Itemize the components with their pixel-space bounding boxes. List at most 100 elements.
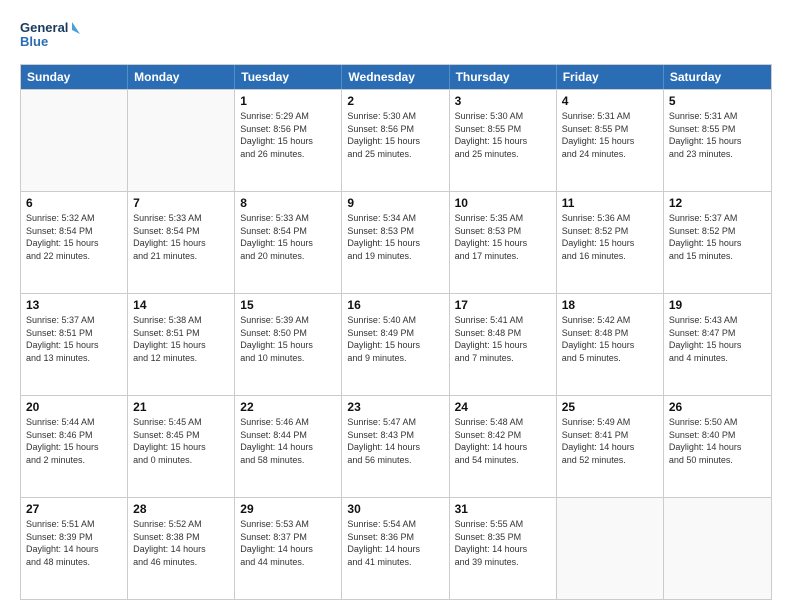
day-info: Sunrise: 5:40 AM Sunset: 8:49 PM Dayligh… bbox=[347, 314, 443, 364]
calendar: SundayMondayTuesdayWednesdayThursdayFrid… bbox=[20, 64, 772, 600]
header: General Blue bbox=[20, 16, 772, 56]
day-info: Sunrise: 5:44 AM Sunset: 8:46 PM Dayligh… bbox=[26, 416, 122, 466]
day-info: Sunrise: 5:33 AM Sunset: 8:54 PM Dayligh… bbox=[133, 212, 229, 262]
day-info: Sunrise: 5:54 AM Sunset: 8:36 PM Dayligh… bbox=[347, 518, 443, 568]
week-row-1: 6Sunrise: 5:32 AM Sunset: 8:54 PM Daylig… bbox=[21, 191, 771, 293]
day-cell-26: 26Sunrise: 5:50 AM Sunset: 8:40 PM Dayli… bbox=[664, 396, 771, 497]
day-cell-22: 22 Sunrise: 5:46 AM Sunset: 8:44 PM Dayli… bbox=[235, 396, 342, 497]
day-number: 24 bbox=[455, 400, 551, 414]
day-info: Sunrise: 5:45 AM Sunset: 8:45 PM Dayligh… bbox=[133, 416, 229, 466]
day-info: Sunrise: 5:43 AM Sunset: 8:47 PM Dayligh… bbox=[669, 314, 766, 364]
day-number: 4 bbox=[562, 94, 658, 108]
day-cell-12: 12Sunrise: 5:37 AM Sunset: 8:52 PM Dayli… bbox=[664, 192, 771, 293]
day-info: Sunrise: 5:41 AM Sunset: 8:48 PM Dayligh… bbox=[455, 314, 551, 364]
day-cell-21: 21 Sunrise: 5:45 AM Sunset: 8:45 PM Dayli… bbox=[128, 396, 235, 497]
day-cell-17: 17 Sunrise: 5:41 AM Sunset: 8:48 PM Dayli… bbox=[450, 294, 557, 395]
header-day-friday: Friday bbox=[557, 65, 664, 89]
day-info: Sunrise: 5:30 AM Sunset: 8:55 PM Dayligh… bbox=[455, 110, 551, 160]
day-cell-8: 8 Sunrise: 5:33 AM Sunset: 8:54 PM Daylig… bbox=[235, 192, 342, 293]
day-info: Sunrise: 5:52 AM Sunset: 8:38 PM Dayligh… bbox=[133, 518, 229, 568]
day-cell-23: 23 Sunrise: 5:47 AM Sunset: 8:43 PM Dayli… bbox=[342, 396, 449, 497]
day-cell-15: 15Sunrise: 5:39 AM Sunset: 8:50 PM Dayli… bbox=[235, 294, 342, 395]
header-day-saturday: Saturday bbox=[664, 65, 771, 89]
day-number: 28 bbox=[133, 502, 229, 516]
day-cell-4: 4 Sunrise: 5:31 AM Sunset: 8:55 PM Daylig… bbox=[557, 90, 664, 191]
day-info: Sunrise: 5:32 AM Sunset: 8:54 PM Dayligh… bbox=[26, 212, 122, 262]
day-cell-7: 7Sunrise: 5:33 AM Sunset: 8:54 PM Daylig… bbox=[128, 192, 235, 293]
svg-text:General: General bbox=[20, 20, 68, 35]
day-info: Sunrise: 5:55 AM Sunset: 8:35 PM Dayligh… bbox=[455, 518, 551, 568]
empty-cell bbox=[664, 498, 771, 599]
day-cell-2: 2 Sunrise: 5:30 AM Sunset: 8:56 PM Daylig… bbox=[342, 90, 449, 191]
header-day-tuesday: Tuesday bbox=[235, 65, 342, 89]
day-number: 14 bbox=[133, 298, 229, 312]
day-info: Sunrise: 5:50 AM Sunset: 8:40 PM Dayligh… bbox=[669, 416, 766, 466]
day-cell-20: 20 Sunrise: 5:44 AM Sunset: 8:46 PM Dayli… bbox=[21, 396, 128, 497]
day-info: Sunrise: 5:31 AM Sunset: 8:55 PM Dayligh… bbox=[562, 110, 658, 160]
day-number: 11 bbox=[562, 196, 658, 210]
day-cell-31: 31 Sunrise: 5:55 AM Sunset: 8:35 PM Dayli… bbox=[450, 498, 557, 599]
day-number: 10 bbox=[455, 196, 551, 210]
day-number: 9 bbox=[347, 196, 443, 210]
day-number: 8 bbox=[240, 196, 336, 210]
day-info: Sunrise: 5:48 AM Sunset: 8:42 PM Dayligh… bbox=[455, 416, 551, 466]
day-info: Sunrise: 5:31 AM Sunset: 8:55 PM Dayligh… bbox=[669, 110, 766, 160]
day-cell-30: 30 Sunrise: 5:54 AM Sunset: 8:36 PM Dayli… bbox=[342, 498, 449, 599]
day-cell-25: 25 Sunrise: 5:49 AM Sunset: 8:41 PM Dayli… bbox=[557, 396, 664, 497]
page: General Blue SundayMondayTuesdayWednesda… bbox=[0, 0, 792, 612]
empty-cell bbox=[557, 498, 664, 599]
day-info: Sunrise: 5:29 AM Sunset: 8:56 PM Dayligh… bbox=[240, 110, 336, 160]
day-info: Sunrise: 5:51 AM Sunset: 8:39 PM Dayligh… bbox=[26, 518, 122, 568]
day-number: 5 bbox=[669, 94, 766, 108]
day-cell-10: 10 Sunrise: 5:35 AM Sunset: 8:53 PM Dayli… bbox=[450, 192, 557, 293]
week-row-0: 1Sunrise: 5:29 AM Sunset: 8:56 PM Daylig… bbox=[21, 89, 771, 191]
day-info: Sunrise: 5:47 AM Sunset: 8:43 PM Dayligh… bbox=[347, 416, 443, 466]
day-number: 16 bbox=[347, 298, 443, 312]
day-number: 23 bbox=[347, 400, 443, 414]
logo: General Blue bbox=[20, 16, 80, 56]
svg-text:Blue: Blue bbox=[20, 34, 48, 49]
day-number: 25 bbox=[562, 400, 658, 414]
header-day-wednesday: Wednesday bbox=[342, 65, 449, 89]
empty-cell bbox=[128, 90, 235, 191]
day-info: Sunrise: 5:42 AM Sunset: 8:48 PM Dayligh… bbox=[562, 314, 658, 364]
day-number: 20 bbox=[26, 400, 122, 414]
day-number: 21 bbox=[133, 400, 229, 414]
header-day-sunday: Sunday bbox=[21, 65, 128, 89]
day-number: 2 bbox=[347, 94, 443, 108]
day-cell-6: 6Sunrise: 5:32 AM Sunset: 8:54 PM Daylig… bbox=[21, 192, 128, 293]
day-cell-13: 13Sunrise: 5:37 AM Sunset: 8:51 PM Dayli… bbox=[21, 294, 128, 395]
logo-svg: General Blue bbox=[20, 16, 80, 56]
day-number: 19 bbox=[669, 298, 766, 312]
day-number: 31 bbox=[455, 502, 551, 516]
day-number: 30 bbox=[347, 502, 443, 516]
day-info: Sunrise: 5:36 AM Sunset: 8:52 PM Dayligh… bbox=[562, 212, 658, 262]
day-number: 22 bbox=[240, 400, 336, 414]
day-cell-24: 24 Sunrise: 5:48 AM Sunset: 8:42 PM Dayli… bbox=[450, 396, 557, 497]
week-row-4: 27Sunrise: 5:51 AM Sunset: 8:39 PM Dayli… bbox=[21, 497, 771, 599]
day-cell-1: 1Sunrise: 5:29 AM Sunset: 8:56 PM Daylig… bbox=[235, 90, 342, 191]
day-number: 17 bbox=[455, 298, 551, 312]
day-info: Sunrise: 5:38 AM Sunset: 8:51 PM Dayligh… bbox=[133, 314, 229, 364]
day-info: Sunrise: 5:49 AM Sunset: 8:41 PM Dayligh… bbox=[562, 416, 658, 466]
day-info: Sunrise: 5:33 AM Sunset: 8:54 PM Dayligh… bbox=[240, 212, 336, 262]
empty-cell bbox=[21, 90, 128, 191]
day-info: Sunrise: 5:35 AM Sunset: 8:53 PM Dayligh… bbox=[455, 212, 551, 262]
day-cell-5: 5 Sunrise: 5:31 AM Sunset: 8:55 PM Daylig… bbox=[664, 90, 771, 191]
week-row-3: 20 Sunrise: 5:44 AM Sunset: 8:46 PM Dayli… bbox=[21, 395, 771, 497]
day-number: 18 bbox=[562, 298, 658, 312]
day-info: Sunrise: 5:34 AM Sunset: 8:53 PM Dayligh… bbox=[347, 212, 443, 262]
day-info: Sunrise: 5:53 AM Sunset: 8:37 PM Dayligh… bbox=[240, 518, 336, 568]
day-cell-11: 11 Sunrise: 5:36 AM Sunset: 8:52 PM Dayli… bbox=[557, 192, 664, 293]
day-cell-18: 18 Sunrise: 5:42 AM Sunset: 8:48 PM Dayli… bbox=[557, 294, 664, 395]
day-number: 13 bbox=[26, 298, 122, 312]
day-cell-14: 14 Sunrise: 5:38 AM Sunset: 8:51 PM Dayli… bbox=[128, 294, 235, 395]
day-cell-16: 16 Sunrise: 5:40 AM Sunset: 8:49 PM Dayli… bbox=[342, 294, 449, 395]
day-info: Sunrise: 5:46 AM Sunset: 8:44 PM Dayligh… bbox=[240, 416, 336, 466]
day-cell-27: 27Sunrise: 5:51 AM Sunset: 8:39 PM Dayli… bbox=[21, 498, 128, 599]
day-cell-9: 9 Sunrise: 5:34 AM Sunset: 8:53 PM Daylig… bbox=[342, 192, 449, 293]
day-number: 29 bbox=[240, 502, 336, 516]
day-cell-29: 29 Sunrise: 5:53 AM Sunset: 8:37 PM Dayli… bbox=[235, 498, 342, 599]
day-number: 15 bbox=[240, 298, 336, 312]
day-info: Sunrise: 5:30 AM Sunset: 8:56 PM Dayligh… bbox=[347, 110, 443, 160]
